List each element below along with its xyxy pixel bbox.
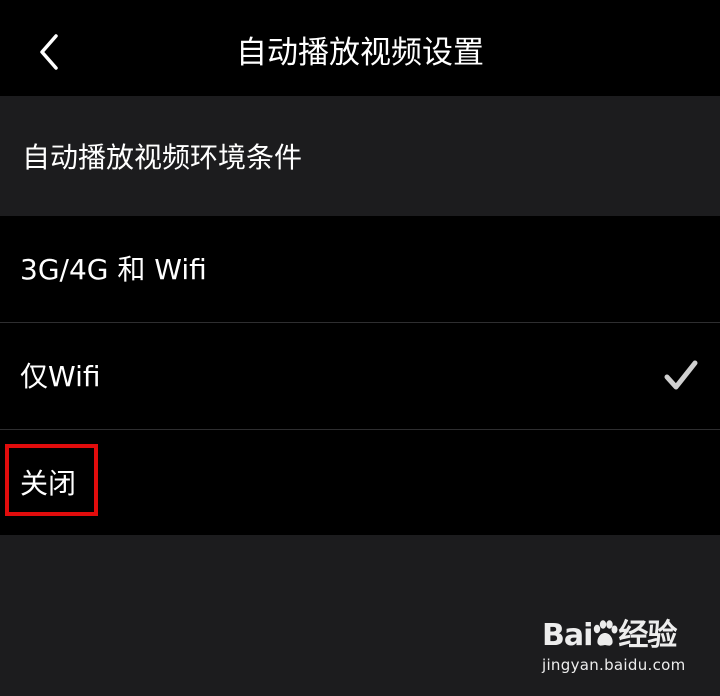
watermark-brand-suffix: 经验: [618, 618, 677, 653]
checkmark-icon: [664, 360, 698, 390]
page-title: 自动播放视频设置: [236, 35, 484, 71]
section-header-label: 自动播放视频环境条件: [22, 141, 303, 174]
back-button[interactable]: [22, 22, 78, 78]
baidu-jingyan-watermark: Bai 经验 jingyan.baidu.com: [542, 616, 685, 680]
option-label: 仅Wifi: [20, 360, 101, 393]
screen: 自动播放视频设置 自动播放视频环境条件 3G/4G 和 Wifi 仅Wifi 关…: [0, 0, 720, 696]
option-3g4g-wifi[interactable]: 3G/4G 和 Wifi: [0, 216, 720, 322]
watermark-url: jingyan.baidu.com: [542, 656, 686, 674]
chevron-left-icon: [40, 34, 58, 70]
navbar: 自动播放视频设置: [0, 0, 720, 96]
option-label: 3G/4G 和 Wifi: [20, 253, 207, 286]
watermark-brand-prefix: Bai: [542, 618, 593, 653]
option-label: 关闭: [20, 467, 77, 500]
option-off[interactable]: 关闭: [0, 429, 720, 536]
section-header: 自动播放视频环境条件: [0, 96, 720, 216]
option-list: 3G/4G 和 Wifi 仅Wifi 关闭: [0, 216, 720, 535]
watermark-brand: Bai 经验: [542, 616, 677, 656]
paw-icon: [594, 620, 618, 646]
option-wifi-only[interactable]: 仅Wifi: [0, 322, 720, 429]
